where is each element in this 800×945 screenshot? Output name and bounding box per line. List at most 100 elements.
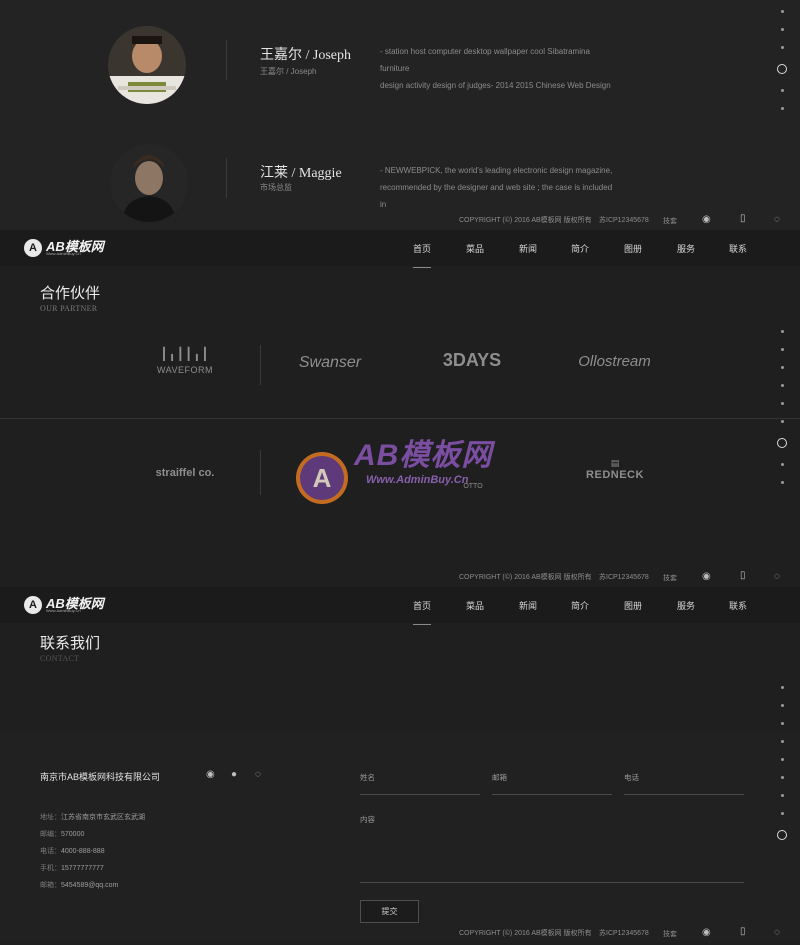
pager-dot[interactable] xyxy=(780,384,784,387)
nav-item-gallery[interactable]: 图册 xyxy=(624,242,642,255)
pager-dot[interactable] xyxy=(780,10,784,13)
pager-dot[interactable] xyxy=(780,420,784,423)
phone-field[interactable] xyxy=(624,794,744,795)
partner-logo-swanser[interactable]: Swanser xyxy=(290,354,370,372)
icp-text[interactable]: 苏ICP12345678 xyxy=(599,572,649,582)
logo-subtext: Www.AdminBuy.Cn xyxy=(46,608,81,613)
mobile-icon[interactable]: ▯ xyxy=(740,213,746,224)
member-avatar-joseph xyxy=(108,26,186,104)
member-description: - NEWWEBPICK, the world's leading electr… xyxy=(380,162,620,213)
nav-item-about[interactable]: 简介 xyxy=(571,242,589,255)
member-desc-line: - station host computer desktop wallpape… xyxy=(380,47,590,73)
email-field[interactable] xyxy=(492,794,612,795)
member-role: 王嘉尔 / Joseph xyxy=(260,67,317,76)
copyright-text: COPYRIGHT (©) 2016 AB模板网 版权所有 xyxy=(459,930,592,937)
nav-item-contact[interactable]: 联系 xyxy=(729,599,747,612)
pager-dot-active[interactable] xyxy=(777,830,787,840)
pager-dot[interactable] xyxy=(780,46,784,49)
pager-dot[interactable] xyxy=(780,330,784,333)
member-role: 市场总监 xyxy=(260,183,292,192)
pager-dot[interactable] xyxy=(780,758,784,761)
pager-dot[interactable] xyxy=(780,812,784,815)
site-logo[interactable]: A AB模板网 Www.AdminBuy.Cn xyxy=(24,594,104,616)
mobile-icon[interactable]: ▯ xyxy=(740,926,746,937)
nav-item-news[interactable]: 新闻 xyxy=(519,599,537,612)
section-pager xyxy=(776,686,788,855)
nav-item-dishes[interactable]: 菜品 xyxy=(466,242,484,255)
partner-logo-ollostream[interactable]: Ollostream xyxy=(572,353,657,370)
pager-dot[interactable] xyxy=(780,348,784,351)
nav-item-dishes[interactable]: 菜品 xyxy=(466,599,484,612)
nav-item-service[interactable]: 服务 xyxy=(677,242,695,255)
nav-item-news[interactable]: 新闻 xyxy=(519,242,537,255)
pager-dot[interactable] xyxy=(780,722,784,725)
pager-dot[interactable] xyxy=(780,776,784,779)
flag-icon: ▤ xyxy=(610,458,620,468)
site-logo[interactable]: A AB模板网 Www.AdminBuy.Cn xyxy=(24,237,104,259)
mobile-icon[interactable]: ▯ xyxy=(740,570,746,581)
pager-dot-active[interactable] xyxy=(777,64,787,74)
info-label: 邮编： xyxy=(40,831,61,838)
pager-dot[interactable] xyxy=(780,402,784,405)
divider xyxy=(226,158,227,198)
pager-dot[interactable] xyxy=(780,28,784,31)
nav-item-about[interactable]: 简介 xyxy=(571,599,589,612)
nav-item-home[interactable]: 首页 xyxy=(413,599,432,625)
info-address: 地址：江苏省南京市玄武区玄武湖 xyxy=(40,812,145,822)
partner-logo-straiffel[interactable]: straiffel co. xyxy=(140,467,230,479)
copyright-text: COPYRIGHT (©) 2016 AB模板网 版权所有 xyxy=(459,217,592,224)
info-value: 4000-888-888 xyxy=(61,848,105,855)
nav-item-contact[interactable]: 联系 xyxy=(729,242,747,255)
wechat-icon[interactable]: ◌ xyxy=(255,769,261,780)
nav-item-gallery[interactable]: 图册 xyxy=(624,599,642,612)
email-field-label: 邮箱 xyxy=(492,773,507,782)
pager-dot[interactable] xyxy=(780,481,784,484)
pager-dot[interactable] xyxy=(780,366,784,369)
weibo-icon[interactable]: ◉ xyxy=(206,769,215,780)
partner-logo-waveform[interactable]: ┃╻┃┃╻┃ WAVEFORM xyxy=(144,348,226,375)
icp-text[interactable]: 苏ICP12345678 xyxy=(599,215,649,225)
logo-icon: A xyxy=(24,239,42,257)
section-pager xyxy=(776,10,788,125)
divider xyxy=(260,345,261,385)
contact-subtitle: CONTACT xyxy=(40,654,80,663)
partner-logo-redneck[interactable]: ▤ REDNECK xyxy=(575,458,655,481)
wechat-icon[interactable]: ◌ xyxy=(774,571,780,582)
pager-dot[interactable] xyxy=(780,704,784,707)
qq-icon[interactable]: ● xyxy=(231,769,237,780)
team-section: 王嘉尔 / Joseph 王嘉尔 / Joseph - station host… xyxy=(0,0,800,230)
wechat-icon[interactable]: ◌ xyxy=(774,927,780,938)
nav-item-home[interactable]: 首页 xyxy=(413,242,432,268)
weibo-icon[interactable]: ◉ xyxy=(702,571,711,582)
pager-dot-active[interactable] xyxy=(777,438,787,448)
pager-dot[interactable] xyxy=(780,794,784,797)
pager-dot[interactable] xyxy=(780,89,784,92)
info-mobile: 手机：15777777777 xyxy=(40,863,104,873)
pager-dot[interactable] xyxy=(780,740,784,743)
member-name: 江莱 / Maggie xyxy=(260,166,342,181)
weibo-icon[interactable]: ◉ xyxy=(702,927,711,938)
waveform-icon: ┃╻┃┃╻┃ xyxy=(160,347,210,361)
wechat-icon[interactable]: ◌ xyxy=(774,214,780,225)
pager-dot[interactable] xyxy=(780,463,784,466)
content-field[interactable] xyxy=(360,882,744,883)
pager-dot[interactable] xyxy=(780,107,784,110)
info-email: 邮箱：5454589@qq.com xyxy=(40,880,118,890)
watermark-logo-icon: A xyxy=(296,452,348,504)
submit-button[interactable]: 提交 xyxy=(360,900,419,923)
top-nav: A AB模板网 Www.AdminBuy.Cn 首页 菜品 新闻 简介 图册 服… xyxy=(0,587,800,625)
nav-item-service[interactable]: 服务 xyxy=(677,599,695,612)
member-desc-line: recommended by the designer and web site… xyxy=(380,183,613,209)
member-description: - station host computer desktop wallpape… xyxy=(380,43,620,94)
info-label: 手机： xyxy=(40,865,61,872)
info-value: 江苏省南京市玄武区玄武湖 xyxy=(61,814,145,821)
icp-text[interactable]: 苏ICP12345678 xyxy=(599,928,649,938)
partner-title: 合作伙伴 xyxy=(40,285,101,302)
weibo-icon[interactable]: ◉ xyxy=(702,214,711,225)
copyright-bar: COPYRIGHT (©) 2016 AB模板网 版权所有 苏ICP123456… xyxy=(0,212,800,232)
partner-name: WAVEFORM xyxy=(157,365,213,375)
name-field[interactable] xyxy=(360,794,480,795)
pager-dot[interactable] xyxy=(780,686,784,689)
member-avatar-maggie xyxy=(110,144,188,222)
partner-logo-3days[interactable]: 3DAYS xyxy=(432,350,512,371)
